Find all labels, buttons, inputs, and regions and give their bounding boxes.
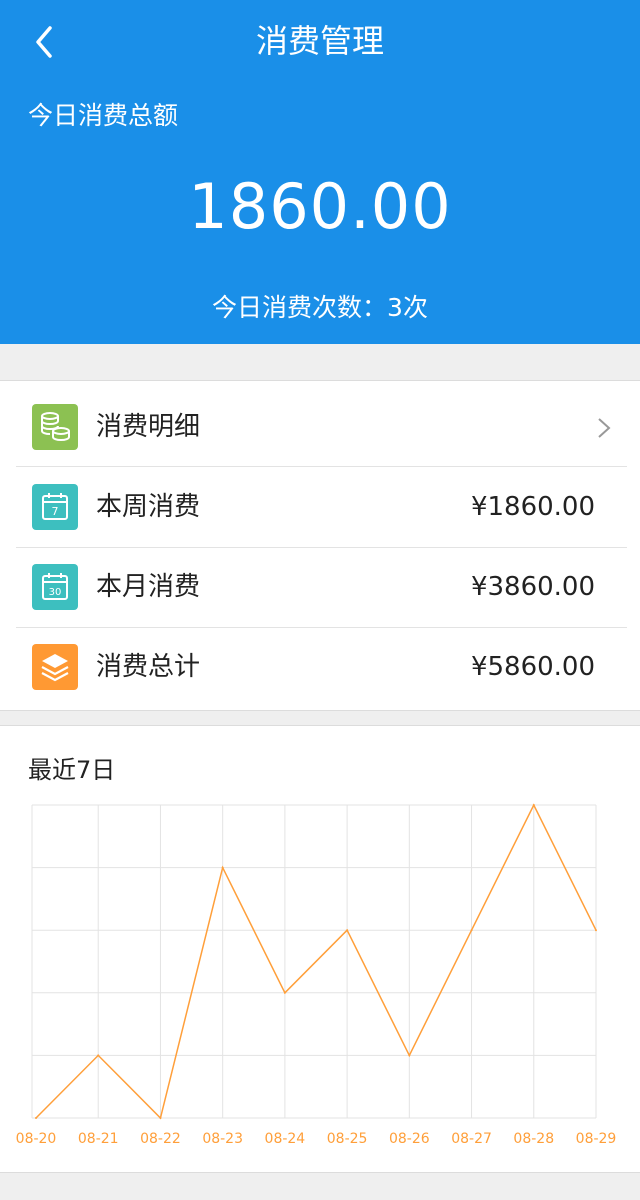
menu-item-details[interactable]: 消费明细 bbox=[16, 387, 627, 467]
menu-item-week[interactable]: 7 本周消费 ¥1860.00 bbox=[16, 467, 627, 547]
chevron-right-icon bbox=[598, 418, 611, 438]
x-tick-label: 08-29 bbox=[576, 1131, 617, 1147]
data-point bbox=[346, 929, 349, 932]
menu-item-label: 消费明细 bbox=[96, 412, 201, 442]
data-point bbox=[408, 1054, 411, 1057]
summary-header: 消费管理 今日消费总额 1860.00 今日消费次数：3次 bbox=[0, 0, 640, 344]
recent-7-days-card: 最近7日 08-20 08-21 08-22 08-23 08-24 08-25 08-26… bbox=[0, 725, 640, 1173]
menu-item-month[interactable]: 30 本月消费 ¥3860.00 bbox=[16, 547, 627, 627]
total-amount: ¥5860.00 bbox=[470, 652, 595, 682]
menu-item-total[interactable]: 消费总计 ¥5860.00 bbox=[16, 627, 627, 707]
x-tick-label: 08-23 bbox=[202, 1131, 243, 1147]
page-title: 消费管理 bbox=[255, 22, 384, 60]
layers-icon bbox=[32, 644, 78, 690]
data-point bbox=[283, 991, 286, 994]
x-tick-label: 08-28 bbox=[513, 1131, 554, 1147]
menu-item-label: 本月消费 bbox=[96, 572, 201, 602]
x-tick-label: 08-27 bbox=[451, 1131, 492, 1147]
menu-item-label: 本周消费 bbox=[96, 492, 201, 522]
svg-text:7: 7 bbox=[52, 505, 59, 518]
month-amount: ¥3860.00 bbox=[470, 572, 595, 602]
data-point bbox=[595, 929, 597, 932]
coins-icon bbox=[32, 404, 78, 450]
line-chart: 08-20 08-21 08-22 08-23 08-24 08-25 08-26 08-27… bbox=[16, 803, 617, 1147]
x-tick-label: 08-24 bbox=[265, 1131, 306, 1147]
data-point bbox=[221, 866, 224, 869]
x-tick-label: 08-25 bbox=[327, 1131, 368, 1147]
consumption-menu: 消费明细 7 本周消费 ¥1860.00 30 本月消费 ¥3860.00 消费… bbox=[0, 380, 640, 711]
x-tick-label: 08-22 bbox=[140, 1131, 181, 1147]
today-count-text: 今日消费次数：3次 bbox=[212, 293, 428, 322]
series-line bbox=[35, 803, 597, 1120]
week-amount: ¥1860.00 bbox=[470, 492, 595, 522]
today-total-label: 今日消费总额 bbox=[28, 101, 179, 130]
data-point bbox=[159, 1117, 162, 1119]
today-total-amount: 1860.00 bbox=[188, 170, 452, 243]
calendar-30-icon: 30 bbox=[32, 564, 78, 610]
menu-item-label: 消费总计 bbox=[96, 652, 201, 682]
calendar-7-icon: 7 bbox=[32, 484, 78, 530]
x-tick-label: 08-21 bbox=[78, 1131, 119, 1147]
x-tick-label: 08-20 bbox=[16, 1131, 57, 1147]
svg-text:30: 30 bbox=[49, 587, 62, 598]
data-point bbox=[532, 804, 535, 806]
data-point bbox=[470, 929, 473, 932]
x-tick-label: 08-26 bbox=[389, 1131, 430, 1147]
data-point bbox=[35, 1117, 37, 1119]
data-point bbox=[97, 1054, 100, 1057]
